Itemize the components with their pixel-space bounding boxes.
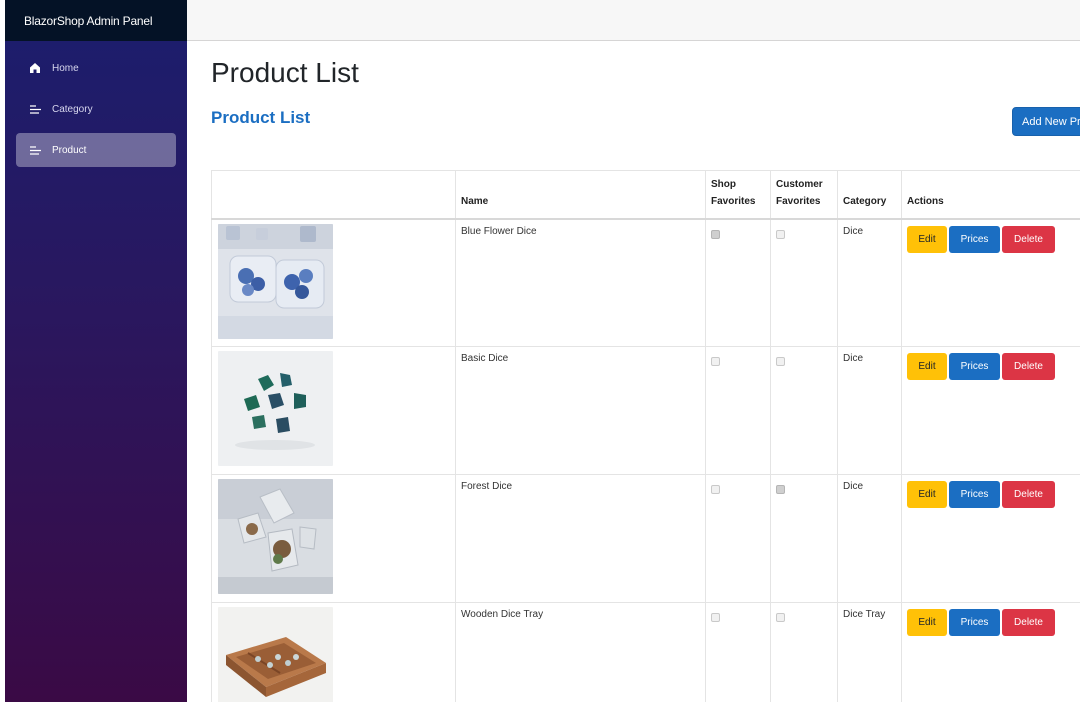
prices-button[interactable]: Prices [949,481,1000,508]
product-image-cell [211,474,456,603]
main-content: Product List Product List Add New Produc… [187,41,1080,702]
actions-cell: Edit Prices Delete [901,602,1080,702]
sidebar-item-label: Category [52,103,93,115]
brand-bar: BlazorShop Admin Panel [5,0,187,41]
prices-button[interactable]: Prices [949,353,1000,380]
prices-button[interactable]: Prices [949,609,1000,636]
header-shop-favorites: Shop Favorites [705,170,771,220]
shop-favorite-cell [705,602,771,702]
customer-favorite-cell [770,346,838,475]
table-row: Forest Dice Dice Edit Prices Delete [211,474,1080,603]
customer-favorite-cell [770,474,838,603]
sidebar-item-product[interactable]: Product [16,133,176,167]
app-window: BlazorShop Admin Panel Home Category Pro… [0,0,1080,702]
page-title: Product List [211,57,359,88]
delete-button[interactable]: Delete [1002,609,1055,636]
product-name: Blue Flower Dice [455,218,706,347]
product-category: Dice [837,346,902,475]
table-row: Blue Flower Dice Dice Edit Prices Delete [211,218,1080,347]
actions-cell: Edit Prices Delete [901,218,1080,347]
edit-button[interactable]: Edit [907,225,947,253]
edit-button[interactable]: Edit [907,353,947,380]
sidebar-item-category[interactable]: Category [16,92,176,126]
actions-cell: Edit Prices Delete [901,346,1080,475]
header-customer-favorites-line1: Customer [776,178,823,190]
add-new-product-button[interactable]: Add New Product [1012,107,1080,136]
product-image-cell [211,346,456,475]
list-icon [28,143,42,157]
delete-button[interactable]: Delete [1002,225,1055,253]
app-title[interactable]: BlazorShop Admin Panel [24,14,153,28]
header-shop-favorites-line1: Shop [711,178,736,190]
table-header-row: Name Shop Favorites Customer Favorites Cat… [211,170,1080,220]
shop-favorite-cell [705,474,771,603]
sidebar-nav: Home Category Product [5,41,187,167]
header-shop-favorites-line2: Favorites [711,195,756,207]
product-name: Forest Dice [455,474,706,603]
product-category: Dice Tray [837,602,902,702]
header-actions: Actions [901,170,1080,220]
product-image [218,479,333,594]
customer-favorite-cell [770,218,838,347]
product-table: Name Shop Favorites Customer Favorites Cat… [211,170,1080,702]
customer-favorite-checkbox[interactable] [776,485,785,494]
shop-favorite-cell [705,346,771,475]
home-icon [28,61,42,75]
product-category: Dice [837,474,902,603]
product-image [218,223,333,339]
shop-favorite-checkbox[interactable] [711,613,720,622]
sidebar: BlazorShop Admin Panel Home Category Pro… [5,0,187,702]
customer-favorite-cell [770,602,838,702]
delete-button[interactable]: Delete [1002,481,1055,508]
sidebar-item-home[interactable]: Home [16,51,176,85]
list-icon [28,102,42,116]
top-row [187,0,1080,41]
product-name: Basic Dice [455,346,706,475]
shop-favorite-checkbox[interactable] [711,229,720,239]
header-customer-favorites: Customer Favorites [770,170,838,220]
header-customer-favorites-line2: Favorites [776,195,821,207]
header-name: Name [455,170,706,220]
section-title: Product List [211,108,311,127]
product-category: Dice [837,218,902,347]
sidebar-item-label: Product [52,144,87,156]
header-image [211,170,456,220]
product-image-cell [211,602,456,702]
prices-button[interactable]: Prices [949,225,1000,253]
table-row: Wooden Dice Tray Dice Tray Edit Prices Del… [211,602,1080,702]
edit-button[interactable]: Edit [907,609,947,636]
delete-button[interactable]: Delete [1002,353,1055,380]
shop-favorite-checkbox[interactable] [711,357,720,366]
shop-favorite-checkbox[interactable] [711,485,720,494]
product-image [218,351,333,466]
edit-button[interactable]: Edit [907,481,947,508]
table-row: Basic Dice Dice Edit Prices Delete [211,346,1080,475]
customer-favorite-checkbox[interactable] [776,613,785,622]
sidebar-item-label: Home [52,62,79,74]
actions-cell: Edit Prices Delete [901,474,1080,603]
shop-favorite-cell [705,218,771,347]
customer-favorite-checkbox[interactable] [776,357,785,366]
header-category: Category [837,170,902,220]
product-name: Wooden Dice Tray [455,602,706,702]
customer-favorite-checkbox[interactable] [776,229,785,239]
product-image-cell [211,218,456,347]
product-image [218,607,333,702]
